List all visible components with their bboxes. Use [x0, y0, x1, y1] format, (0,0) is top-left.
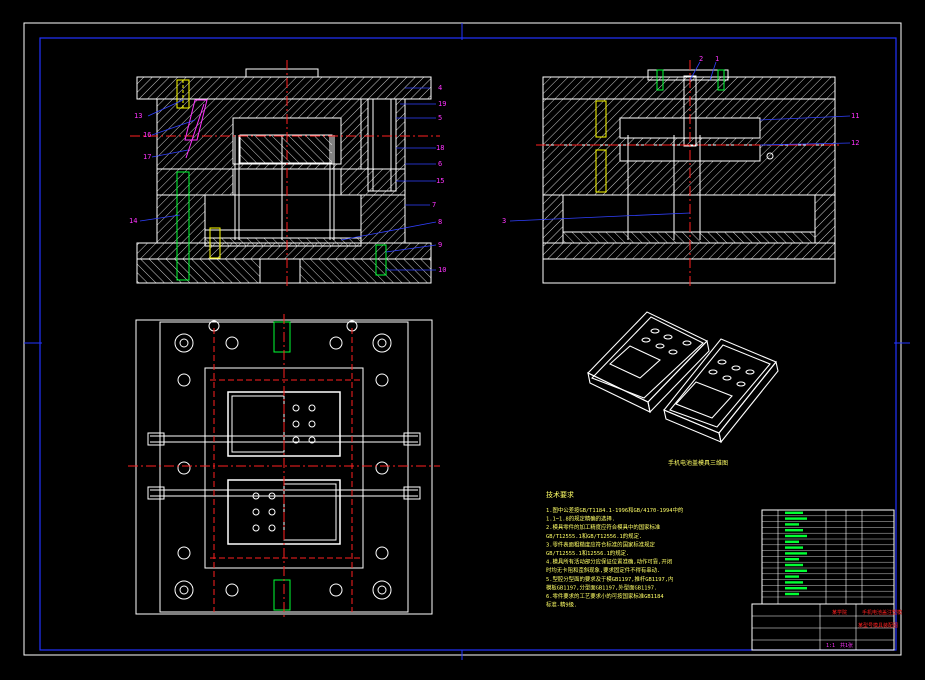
- note-line: 2.模具零件的加工精度应符合模具中的国家标准: [546, 523, 661, 531]
- drawing-scale: 1:1: [826, 643, 835, 649]
- bom-entry-mark: [785, 511, 803, 514]
- callout-9: 9: [438, 241, 442, 249]
- note-line: 1.图中公差按GB/T1184.1-1996和GB/4170-1994中的: [546, 506, 683, 514]
- callout-8: 8: [438, 218, 442, 226]
- bom-entry-mark: [785, 529, 803, 532]
- callout-18: 18: [436, 144, 444, 152]
- callout-10: 10: [438, 266, 446, 274]
- iso-caption: 手机电池盖模具三维图: [668, 459, 728, 467]
- callout-12: 12: [851, 139, 859, 147]
- cad-drawing: 4 19 5 18 6 15 7 8 9 10 13 16 17 14 2 1 …: [23, 22, 910, 660]
- callout-7: 7: [432, 201, 436, 209]
- note-line: 5.型腔分型面的要求及于模GB1197,推杆GB1197,内: [546, 575, 673, 583]
- plan-view: [128, 314, 440, 620]
- bom-entry-mark: [785, 587, 807, 590]
- bom-entry-mark: [785, 592, 799, 596]
- callout-14: 14: [129, 217, 137, 225]
- note-line: GB/T12555.1和12556.1的规定.: [546, 549, 629, 557]
- callout-2: 2: [699, 55, 703, 63]
- bom-entry-mark: [785, 540, 799, 543]
- bom-entry-mark: [785, 569, 807, 572]
- front-section-view: 4 19 5 18 6 15 7 8 9 10 13 16 17 14: [129, 60, 446, 288]
- callout-5: 5: [438, 114, 442, 122]
- callout-13: 13: [134, 112, 142, 120]
- technical-requirements: 技术要求 1.图中公差按GB/T1184.1-1996和GB/4170-1994…: [546, 490, 683, 609]
- cad-drawing-canvas: 4 19 5 18 6 15 7 8 9 10 13 16 17 14 2 1 …: [0, 0, 925, 676]
- isometric-part-view: [587, 311, 779, 444]
- note-line: 1.1~1.8的规定精确的选择.: [546, 515, 615, 523]
- title-block: 某学院 手机电池盖注塑模 某型号模具装配图 1:1 共1张: [751, 509, 902, 651]
- bom-entry-mark: [785, 523, 799, 526]
- callout-15: 15: [436, 177, 444, 185]
- bom-entry-mark: [785, 563, 803, 567]
- side-section-view: 2 1 11 12 3: [502, 55, 859, 288]
- callout-19: 19: [438, 100, 446, 108]
- bom-entry-mark: [785, 517, 807, 520]
- note-line: 4.模具所有活动部分应保证位置准确,动作可靠,开闭: [546, 558, 672, 566]
- drawing-subtitle: 某型号模具装配图: [858, 622, 898, 629]
- bom-entry-mark: [785, 575, 799, 578]
- callout-16: 16: [143, 131, 151, 139]
- note-line: 时均无卡阻和歪斜现象,要求固定件不得有串动.: [546, 566, 660, 574]
- callout-4: 4: [438, 84, 442, 92]
- callout-11: 11: [851, 112, 859, 120]
- drawing-name: 手机电池盖注塑模: [862, 609, 902, 616]
- note-line: 模板GB1197,分型面GB1197,外型面GB1197.: [546, 583, 657, 591]
- bom-entry-mark: [785, 534, 807, 538]
- note-line: GB/T12555.1和GB/T12556.1的规定.: [546, 532, 642, 540]
- notes-title: 技术要求: [546, 490, 574, 499]
- bom-entry-mark: [785, 546, 803, 549]
- note-line: 3.零件表面粗糙度应符合标准的国家标准规定: [546, 540, 656, 548]
- school-name: 某学院: [832, 609, 847, 616]
- note-line: 6.零件要求的工艺要求小的可按国家标准GB1184: [546, 592, 664, 600]
- bom-entry-mark: [785, 581, 803, 584]
- callout-3: 3: [502, 217, 506, 225]
- sheet-count: 共1张: [840, 642, 853, 649]
- callout-1: 1: [715, 55, 719, 63]
- note-line: 标准-精9级.: [546, 601, 577, 609]
- callout-17: 17: [143, 153, 151, 161]
- bom-entry-mark: [785, 552, 807, 555]
- callout-6: 6: [438, 160, 442, 168]
- bom-entry-mark: [785, 558, 799, 561]
